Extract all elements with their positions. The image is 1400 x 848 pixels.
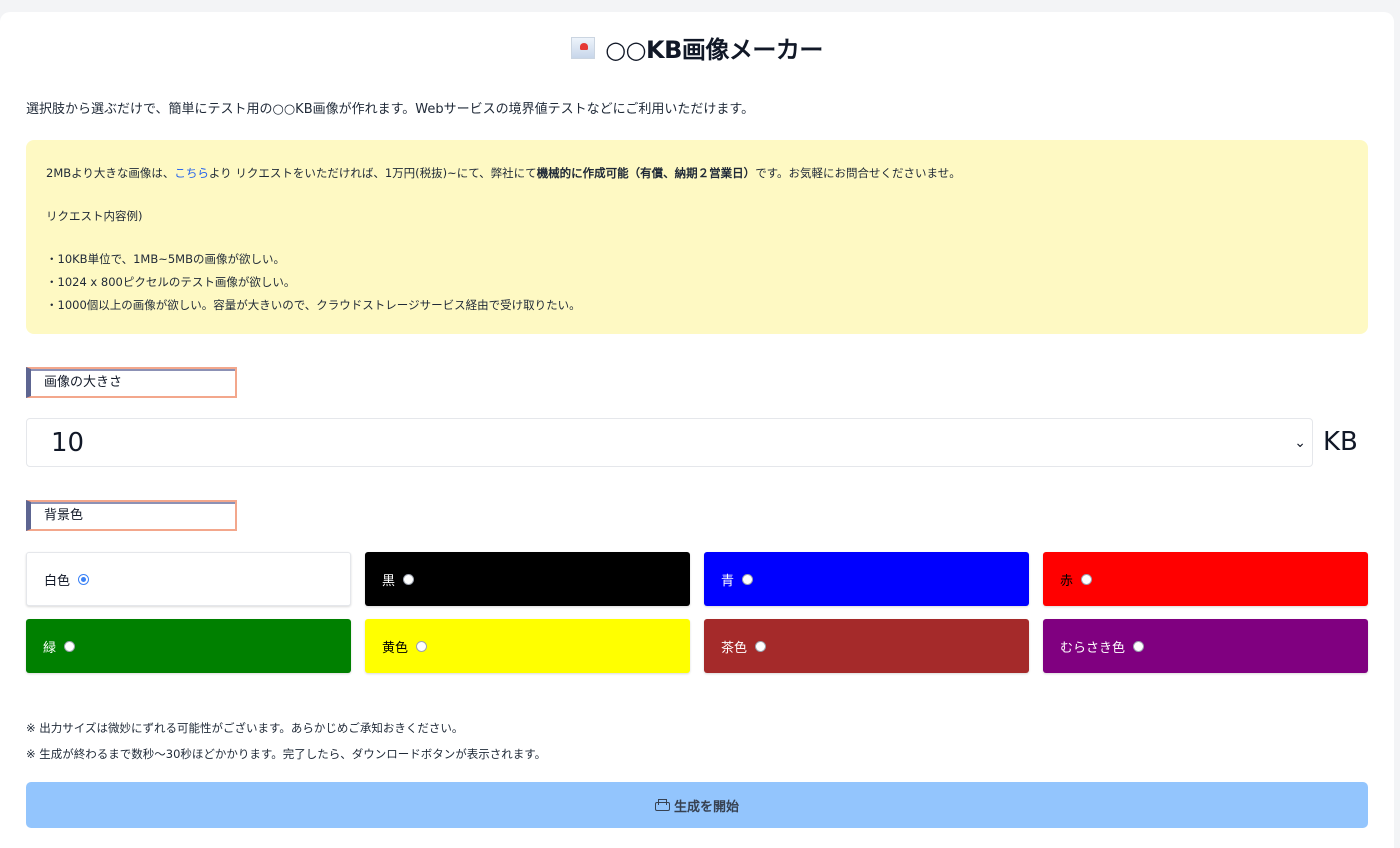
color-option-label: 赤: [1060, 573, 1074, 589]
chevron-down-icon: ⌄: [1294, 434, 1306, 451]
example-item: ・1024 x 800ピクセルのテスト画像が欲しい。: [46, 275, 296, 289]
color-radio[interactable]: [403, 573, 415, 585]
color-option-label: 茶色: [721, 640, 748, 656]
color-radio[interactable]: [64, 640, 76, 652]
note-size-accuracy: ※ 出力サイズは微妙にずれる可能性がございます。あらかじめご承知おきください。: [26, 721, 464, 735]
page-title: ○○KB画像メーカー: [605, 36, 823, 64]
notice-emphasis: 機械的に作成可能（有償、納期２営業日）: [536, 166, 756, 180]
notice-box: 2MBより大きな画像は、こちらより リクエストをいただければ、1万円(税抜)~に…: [26, 140, 1368, 334]
notice-main-text: 2MBより大きな画像は、こちらより リクエストをいただければ、1万円(税抜)~に…: [46, 162, 1348, 185]
color-option[interactable]: 黄色: [365, 619, 690, 673]
color-option[interactable]: 黒: [365, 552, 690, 606]
request-link[interactable]: こちら: [174, 166, 209, 180]
color-section-label: 背景色: [26, 500, 237, 531]
notice-text: 2MBより大きな画像は、: [46, 166, 175, 180]
color-option[interactable]: 茶色: [704, 619, 1029, 673]
generate-button[interactable]: 生成を開始: [26, 782, 1368, 828]
example-item: ・10KB単位で、1MB~5MBの画像が欲しい。: [46, 252, 285, 266]
color-radio[interactable]: [78, 573, 90, 585]
size-section-label: 画像の大きさ: [26, 367, 237, 398]
color-radio[interactable]: [755, 640, 767, 652]
color-option-label: 黒: [382, 573, 396, 589]
page-header: ○○KB画像メーカー: [0, 30, 1394, 65]
example-item: ・1000個以上の画像が欲しい。容量が大きいので、クラウドストレージサービス経由…: [46, 298, 581, 312]
color-option-label: 黄色: [382, 640, 409, 656]
notice-text: より リクエストをいただければ、1万円(税抜)~にて、弊社にて: [208, 166, 537, 180]
print-icon: [654, 799, 670, 811]
color-radio[interactable]: [742, 573, 754, 585]
color-option[interactable]: 赤: [1043, 552, 1368, 606]
color-radio[interactable]: [1081, 573, 1093, 585]
note-generation-time: ※ 生成が終わるまで数秒〜30秒ほどかかります。完了したら、ダウンロードボタンが…: [26, 747, 547, 761]
size-unit: KB: [1323, 427, 1358, 457]
color-option-label: 白色: [44, 573, 71, 589]
color-option[interactable]: 青: [704, 552, 1029, 606]
image-icon: [571, 36, 596, 59]
color-radio[interactable]: [416, 640, 428, 652]
color-option-label: 緑: [43, 640, 57, 656]
color-option[interactable]: むらさき色: [1043, 619, 1368, 673]
color-option-label: むらさき色: [1060, 640, 1126, 656]
size-select[interactable]: 10 ⌄: [26, 418, 1313, 467]
color-option[interactable]: 白色: [26, 552, 351, 606]
page-description: 選択肢から選ぶだけで、簡単にテスト用の○○KB画像が作れます。Webサービスの境…: [26, 102, 755, 117]
generate-button-label: 生成を開始: [673, 799, 739, 815]
color-radio[interactable]: [1133, 640, 1145, 652]
examples-heading: リクエスト内容例): [46, 209, 143, 223]
size-select-value: 10: [51, 427, 85, 458]
color-option[interactable]: 緑: [26, 619, 351, 673]
color-option-label: 青: [721, 573, 735, 589]
notice-text: です。お気軽にお問合せくださいませ。: [755, 166, 961, 180]
